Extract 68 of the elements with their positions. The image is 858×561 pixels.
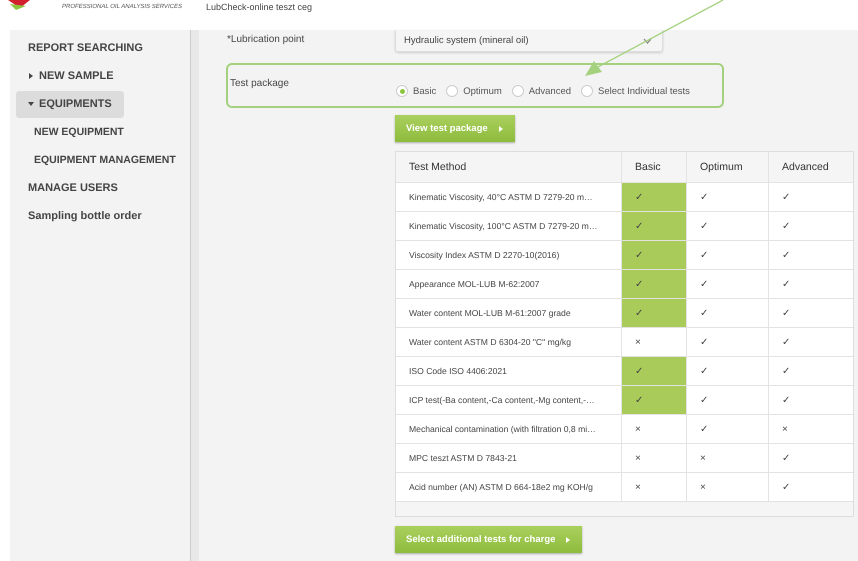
column-header: Test Method	[408, 160, 468, 175]
table-cell-text: Kinematic Viscosity, 100°C ASTM D 7279-20 m…	[408, 220, 598, 233]
table-cell-text: Viscosity Index ASTM D 2270-10(2016)	[408, 249, 560, 262]
caret-icon	[28, 73, 34, 79]
table-cell: ✓	[768, 241, 853, 269]
field-label: Test package	[230, 78, 289, 89]
package-radio[interactable]: Advanced	[512, 85, 572, 97]
table-cell: ✓	[686, 328, 768, 356]
table-cell: ✓	[621, 270, 686, 298]
column-header: Basic	[621, 152, 686, 182]
chevron-icon	[643, 38, 652, 44]
package-radio[interactable]: Select Individual tests	[581, 85, 690, 97]
table-cell: ✓	[768, 212, 853, 240]
table-cell: ×	[686, 444, 768, 472]
table-cell: ✓	[686, 183, 768, 211]
table-cell: ✓	[768, 444, 853, 472]
table-cell: ✓	[768, 386, 853, 414]
table-cell: ✓	[768, 328, 853, 356]
caret-icon	[28, 101, 34, 107]
table-cell: ✓	[686, 241, 768, 269]
sidebar-item[interactable]: NEW EQUIPMENT	[26, 118, 132, 146]
table-cell: ✓	[686, 212, 768, 240]
table-cell: ✓	[768, 183, 853, 211]
table-cell: ✓	[686, 415, 768, 443]
table-cell-text: Mechanical contamination (with filtration 0,8 mi…	[408, 423, 597, 436]
company-name: LubCheck-online teszt ceg	[206, 2, 312, 12]
table-cell: ✓	[768, 270, 853, 298]
table-cell-text: Acid number (AN) ASTM D 664-18e2 mg KOH/g	[408, 481, 594, 494]
lubrication-point-select[interactable]: Hydraulic system (mineral oil)	[395, 30, 663, 52]
table-cell-text: Water content ASTM D 6304-20 "C" mg/kg	[408, 336, 572, 349]
table-cell: ×	[621, 415, 686, 443]
table-cell-text: ISO Code ISO 4406:2021	[408, 365, 508, 378]
table-cell: ✓	[686, 357, 768, 385]
sidebar-item[interactable]: EQUIPMENTS	[16, 90, 124, 118]
sidebar-item[interactable]: REPORT SEARCHING	[16, 34, 155, 62]
table-cell: ×	[621, 473, 686, 501]
table-cell: ✓	[621, 357, 686, 385]
field-label: *Lubrication point	[227, 34, 306, 45]
table-cell-text: Water content MOL-LUB M-61:2007 grade	[408, 307, 572, 320]
table-cell: ✓	[768, 473, 853, 501]
table-cell: ✓	[768, 357, 853, 385]
table-cell: ✓	[768, 299, 853, 327]
table-cell-text: ICP test(-Ba content,-Ca content,-Mg content,-…	[408, 394, 596, 407]
sidebar-item[interactable]: EQUIPMENT MANAGEMENT	[26, 146, 184, 174]
table-cell: ×	[768, 415, 853, 443]
table-cell: ✓	[686, 270, 768, 298]
package-radio[interactable]: Optimum	[446, 85, 502, 97]
table-cell: ✓	[621, 183, 686, 211]
caret-icon	[565, 536, 572, 542]
table-cell: ×	[686, 473, 768, 501]
sidebar-item[interactable]: Sampling bottle order	[16, 202, 154, 230]
table-cell-text: Appearance MOL-LUB M-62:2007	[408, 278, 540, 291]
table-cell: ✓	[621, 299, 686, 327]
package-radio[interactable]: Basic	[396, 85, 436, 97]
table-cell-text: MPC teszt ASTM D 7843-21	[408, 452, 518, 465]
table-cell: ×	[621, 328, 686, 356]
sidebar-item[interactable]: NEW SAMPLE	[16, 62, 126, 90]
column-header: Advanced	[768, 152, 853, 182]
table-cell: ✓	[621, 241, 686, 269]
table-cell: ✓	[621, 212, 686, 240]
table-cell: ✓	[621, 386, 686, 414]
table-cell: ×	[621, 444, 686, 472]
sidebar-item[interactable]: MANAGE USERS	[16, 174, 130, 202]
table-cell: ✓	[686, 299, 768, 327]
table-cell: ✓	[686, 386, 768, 414]
column-header: Optimum	[686, 152, 768, 182]
caret-icon	[498, 126, 504, 132]
table-cell-text: Kinematic Viscosity, 40°C ASTM D 7279-20 m…	[408, 191, 594, 204]
